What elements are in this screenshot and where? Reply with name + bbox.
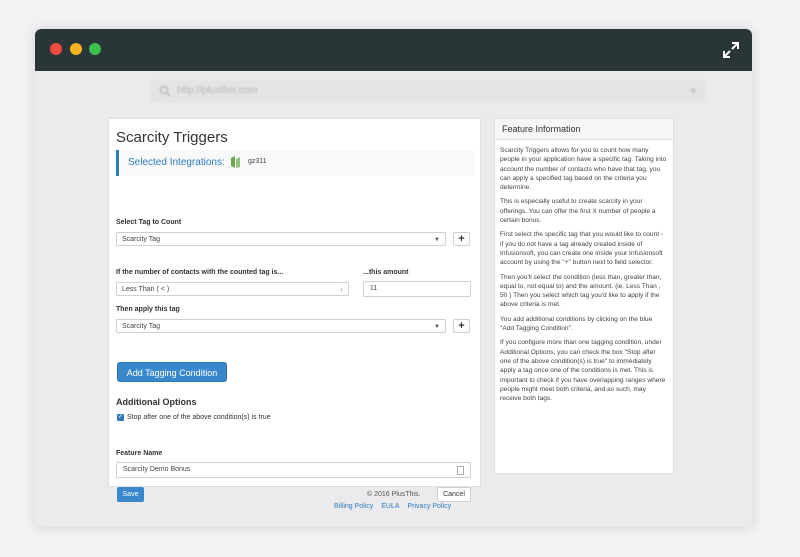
add-tagging-condition-button[interactable]: Add Tagging Condition bbox=[117, 362, 227, 382]
close-window-button[interactable] bbox=[50, 43, 62, 55]
selected-integrations-box: Selected Integrations: gz311 bbox=[116, 150, 475, 176]
feature-name-input[interactable]: Scarcity Demo Bonus bbox=[116, 462, 471, 478]
expand-icon[interactable] bbox=[722, 41, 740, 59]
window-titlebar bbox=[35, 29, 752, 71]
address-bar[interactable]: http://plusthis.com ♥ bbox=[151, 80, 705, 103]
feature-info-panel: Feature Information Scarcity Triggers al… bbox=[494, 118, 674, 474]
feature-info-paragraph: Scarcity Triggers allows for you to coun… bbox=[500, 147, 667, 192]
stop-after-checkbox[interactable]: ✓ bbox=[117, 414, 124, 421]
stop-after-label: Stop after one of the above condition(s)… bbox=[127, 414, 271, 421]
scarcity-form-panel: Scarcity Triggers Selected Integrations:… bbox=[108, 118, 481, 502]
selected-integrations-label: Selected Integrations: bbox=[128, 157, 225, 168]
feature-name-value: Scarcity Demo Bonus bbox=[123, 466, 191, 473]
feature-info-paragraph: You add additional conditions by clickin… bbox=[500, 315, 653, 333]
minimize-window-button[interactable] bbox=[70, 43, 82, 55]
save-button[interactable]: Save bbox=[117, 487, 144, 502]
integration-logo-icon bbox=[231, 156, 240, 168]
heart-icon[interactable]: ♥ bbox=[690, 84, 697, 98]
address-url: http://plusthis.com bbox=[177, 85, 258, 96]
browser-window: http://plusthis.com ♥ Scarcity Triggers … bbox=[35, 29, 752, 527]
cancel-button[interactable]: Cancel bbox=[437, 487, 471, 502]
billing-policy-link[interactable]: Billing Policy bbox=[334, 503, 373, 510]
privacy-policy-link[interactable]: Privacy Policy bbox=[408, 503, 452, 510]
feature-info-paragraph: This is especially useful to create scar… bbox=[500, 198, 656, 225]
feature-info-title: Feature Information bbox=[502, 124, 581, 134]
footer-copyright: © 2016 PlusThis. bbox=[367, 491, 421, 498]
stepper-icon: ↕ bbox=[340, 287, 343, 293]
feature-info-paragraph: First select the specific tag that you w… bbox=[500, 231, 664, 267]
add-apply-tag-button[interactable]: + bbox=[453, 319, 470, 333]
page-title: Scarcity Triggers bbox=[116, 129, 228, 146]
additional-options-title: Additional Options bbox=[116, 397, 197, 407]
condition-value: Less Than ( < ) bbox=[122, 286, 170, 293]
tag-to-count-value: Scarcity Tag bbox=[122, 236, 160, 243]
feature-info-body: Scarcity Triggers allows for you to coun… bbox=[500, 146, 668, 408]
caret-down-icon: ▼ bbox=[434, 324, 440, 330]
feature-info-paragraph: Then you'll select the condition (less t… bbox=[500, 273, 662, 309]
caret-down-icon: ▼ bbox=[434, 237, 440, 243]
apply-tag-select[interactable]: Scarcity Tag ▼ bbox=[116, 319, 446, 333]
integration-name: gz311 bbox=[248, 158, 267, 165]
condition-select[interactable]: Less Than ( < ) ↕ bbox=[116, 282, 349, 296]
apply-tag-label: Then apply this tag bbox=[116, 306, 180, 313]
tag-to-count-select[interactable]: Scarcity Tag ▼ bbox=[116, 232, 446, 246]
feature-info-header: Feature Information bbox=[495, 119, 673, 140]
add-count-tag-button[interactable]: + bbox=[453, 232, 470, 246]
footer-links: Billing Policy EULA Privacy Policy bbox=[334, 503, 457, 510]
feature-info-paragraph: If you configure more than one tagging c… bbox=[500, 339, 666, 403]
amount-label: ...this amount bbox=[363, 269, 409, 276]
feature-name-label: Feature Name bbox=[116, 450, 163, 457]
condition-label: If the number of contacts with the count… bbox=[116, 269, 284, 276]
tag-to-count-label: Select Tag to Count bbox=[116, 219, 182, 226]
amount-input[interactable]: 11 bbox=[363, 281, 471, 297]
eula-link[interactable]: EULA bbox=[381, 503, 399, 510]
maximize-window-button[interactable] bbox=[89, 43, 101, 55]
search-icon bbox=[159, 85, 171, 97]
document-icon bbox=[457, 466, 464, 475]
apply-tag-value: Scarcity Tag bbox=[122, 323, 160, 330]
